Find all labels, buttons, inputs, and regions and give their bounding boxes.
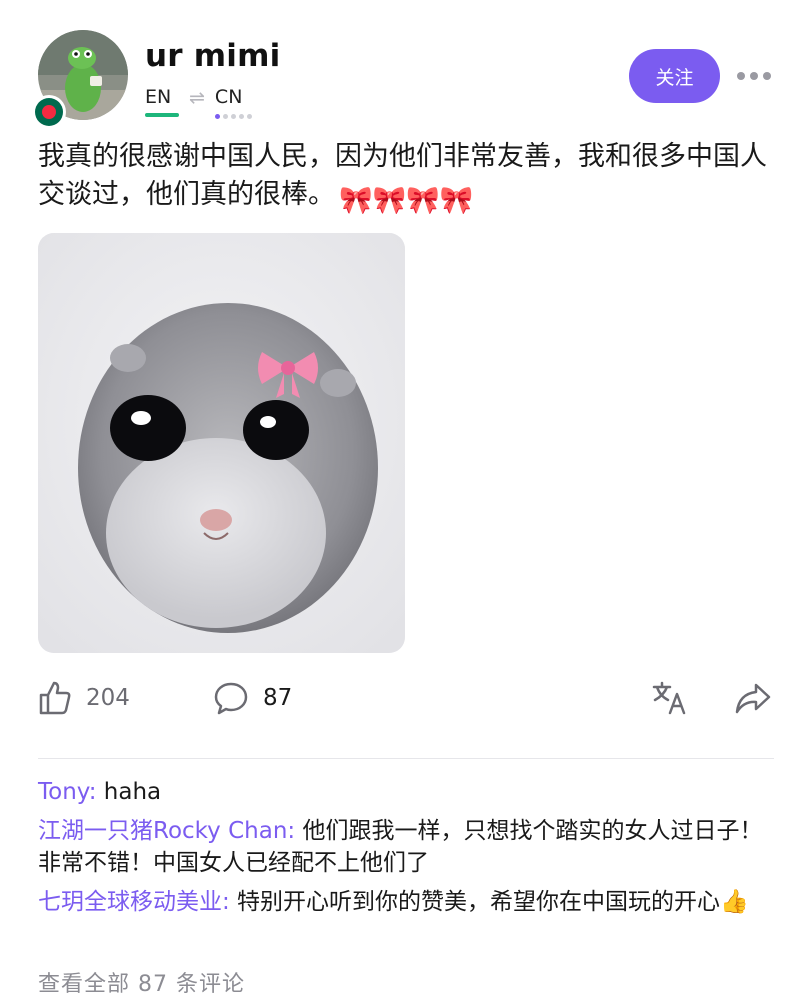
username[interactable]: ur mimi xyxy=(145,38,280,74)
share-button[interactable] xyxy=(734,680,772,716)
swap-arrows-icon: ⇌ xyxy=(189,87,205,109)
like-button[interactable]: 204 xyxy=(38,680,130,716)
post-text: 我真的很感谢中国人民，因为他们非常友善，我和很多中国人交谈过，他们真的很棒。 🎀🎀… xyxy=(38,138,778,220)
comment-item[interactable]: 七玥全球移动美业: 特别开心听到你的赞美，希望你在中国玩的开心👍 xyxy=(38,886,774,918)
ribbon-emojis: 🎀🎀🎀🎀 xyxy=(339,185,474,216)
translate-icon xyxy=(652,681,686,715)
comment-button[interactable]: 87 xyxy=(213,680,292,716)
source-language-label: EN xyxy=(145,86,172,108)
language-level-dots xyxy=(214,114,252,119)
country-flag-badge xyxy=(32,95,66,129)
comment-bubble-icon xyxy=(214,682,248,715)
post-actions: 204 87 xyxy=(38,680,774,720)
translate-button[interactable] xyxy=(652,680,688,716)
target-language-label: CN xyxy=(214,86,243,108)
bangladesh-flag-icon xyxy=(35,98,63,126)
divider xyxy=(38,758,774,759)
target-language: CN xyxy=(214,86,252,119)
view-all-comments-link[interactable]: 查看全部 87 条评论 xyxy=(38,966,245,998)
language-level-bar xyxy=(145,113,179,117)
comment-author[interactable]: 江湖一只猪Rocky Chan: xyxy=(38,818,295,844)
hamster-photo xyxy=(38,233,405,653)
language-pair: EN ⇌ CN xyxy=(145,86,252,119)
thumbs-up-icon xyxy=(39,681,71,715)
source-language: EN xyxy=(145,86,179,117)
comment-item[interactable]: Tony: haha xyxy=(38,776,774,808)
comment-text: 特别开心听到你的赞美，希望你在中国玩的开心👍 xyxy=(229,889,749,915)
comment-count: 87 xyxy=(263,685,293,711)
comment-author[interactable]: 七玥全球移动美业: xyxy=(38,889,230,915)
comment-item[interactable]: 江湖一只猪Rocky Chan: 他们跟我一样，只想找个踏实的女人过日子！非常不… xyxy=(38,815,774,879)
post-image[interactable] xyxy=(38,233,405,653)
comment-text: haha xyxy=(96,779,162,805)
follow-button[interactable]: 关注 xyxy=(629,49,720,103)
like-count: 204 xyxy=(86,685,130,711)
comment-author[interactable]: Tony: xyxy=(38,779,96,805)
comment-list: Tony: haha 江湖一只猪Rocky Chan: 他们跟我一样，只想找个踏… xyxy=(38,776,774,925)
more-options-icon[interactable] xyxy=(737,72,771,80)
share-arrow-icon xyxy=(735,683,771,714)
